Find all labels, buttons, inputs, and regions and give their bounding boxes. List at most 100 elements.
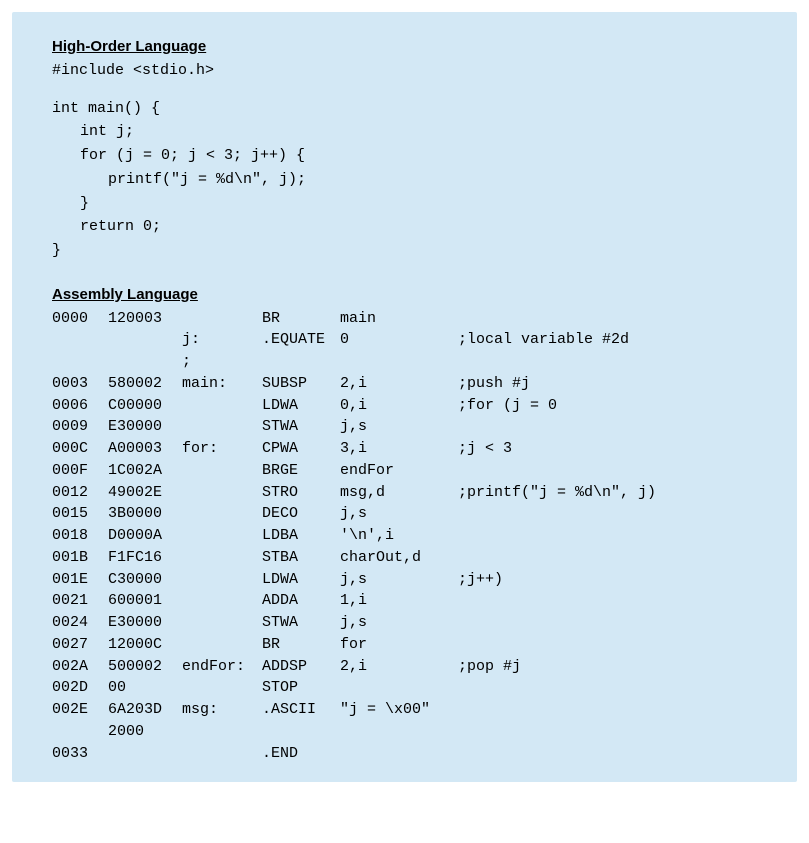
asm-comment (458, 743, 767, 765)
asm-label: msg: (182, 699, 262, 721)
asm-comment (458, 590, 767, 612)
asm-row: 002E 6A203D msg: .ASCII "j = \x00" (52, 699, 767, 721)
asm-hex: 600001 (108, 590, 182, 612)
asm-mnemonic: STOP (262, 677, 340, 699)
asm-label (182, 569, 262, 591)
asm-operand (340, 677, 458, 699)
asm-mnemonic: .EQUATE (262, 329, 340, 351)
asm-mnemonic: STRO (262, 482, 340, 504)
asm-label: ; (182, 351, 262, 373)
asm-operand: j,s (340, 503, 458, 525)
asm-operand: j,s (340, 612, 458, 634)
asm-addr (52, 351, 108, 373)
asm-row: 0015 3B0000 DECO j,s (52, 503, 767, 525)
asm-operand: charOut,d (340, 547, 458, 569)
asm-mnemonic: STBA (262, 547, 340, 569)
asm-addr: 0009 (52, 416, 108, 438)
c-line: printf("j = %d\n", j); (52, 169, 767, 191)
asm-comment: ;push #j (458, 373, 767, 395)
asm-hex: F1FC16 (108, 547, 182, 569)
asm-hex: 12000C (108, 634, 182, 656)
asm-mnemonic: STWA (262, 416, 340, 438)
asm-row: 001E C30000 LDWA j,s ;j++) (52, 569, 767, 591)
asm-operand: msg,d (340, 482, 458, 504)
asm-label: for: (182, 438, 262, 460)
asm-hex (108, 743, 182, 765)
c-line: } (52, 193, 767, 215)
asm-addr: 0006 (52, 395, 108, 417)
c-line: return 0; (52, 216, 767, 238)
asm-label: j: (182, 329, 262, 351)
asm-operand (340, 743, 458, 765)
asm-label (182, 395, 262, 417)
asm-label (182, 503, 262, 525)
asm-row: 002A 500002 endFor: ADDSP 2,i ;pop #j (52, 656, 767, 678)
asm-addr (52, 721, 108, 743)
asm-comment (458, 351, 767, 373)
asm-mnemonic: DECO (262, 503, 340, 525)
asm-addr: 002E (52, 699, 108, 721)
asm-comment (458, 416, 767, 438)
asm-hex: 1C002A (108, 460, 182, 482)
asm-comment (458, 308, 767, 330)
asm-comment (458, 547, 767, 569)
asm-row: 0021 600001 ADDA 1,i (52, 590, 767, 612)
asm-label (182, 634, 262, 656)
asm-mnemonic: BRGE (262, 460, 340, 482)
asm-label (182, 460, 262, 482)
asm-operand: endFor (340, 460, 458, 482)
asm-row: 0033 .END (52, 743, 767, 765)
asm-addr: 002D (52, 677, 108, 699)
asm-mnemonic: .END (262, 743, 340, 765)
asm-operand: '\n',i (340, 525, 458, 547)
asm-mnemonic: SUBSP (262, 373, 340, 395)
asm-comment (458, 634, 767, 656)
asm-addr: 0012 (52, 482, 108, 504)
asm-label (182, 677, 262, 699)
asm-row: 0027 12000C BR for (52, 634, 767, 656)
asm-addr (52, 329, 108, 351)
asm-mnemonic: LDBA (262, 525, 340, 547)
heading-high-order: High-Order Language (52, 36, 767, 58)
asm-comment (458, 699, 767, 721)
asm-label (182, 743, 262, 765)
asm-label (182, 525, 262, 547)
asm-comment (458, 721, 767, 743)
asm-row: 002D 00 STOP (52, 677, 767, 699)
asm-comment: ;local variable #2d (458, 329, 767, 351)
asm-comment: ;for (j = 0 (458, 395, 767, 417)
asm-mnemonic: LDWA (262, 569, 340, 591)
asm-comment: ;printf("j = %d\n", j) (458, 482, 767, 504)
asm-hex: 500002 (108, 656, 182, 678)
blank-line (52, 264, 767, 278)
asm-label (182, 721, 262, 743)
asm-mnemonic: BR (262, 308, 340, 330)
asm-operand (340, 721, 458, 743)
asm-row: 0018 D0000A LDBA '\n',i (52, 525, 767, 547)
asm-comment (458, 503, 767, 525)
asm-mnemonic: ADDA (262, 590, 340, 612)
asm-row: 0012 49002E STRO msg,d ;printf("j = %d\n… (52, 482, 767, 504)
asm-hex: 49002E (108, 482, 182, 504)
asm-hex: A00003 (108, 438, 182, 460)
asm-addr: 0021 (52, 590, 108, 612)
asm-addr: 000F (52, 460, 108, 482)
asm-label (182, 612, 262, 634)
asm-row: 0009 E30000 STWA j,s (52, 416, 767, 438)
asm-operand: main (340, 308, 458, 330)
asm-label (182, 590, 262, 612)
asm-mnemonic: LDWA (262, 395, 340, 417)
asm-row: 2000 (52, 721, 767, 743)
asm-row: 0003 580002 main: SUBSP 2,i ;push #j (52, 373, 767, 395)
asm-hex: 580002 (108, 373, 182, 395)
asm-mnemonic: STWA (262, 612, 340, 634)
asm-operand: 2,i (340, 656, 458, 678)
asm-hex: 120003 (108, 308, 182, 330)
heading-assembly: Assembly Language (52, 284, 767, 306)
asm-mnemonic: BR (262, 634, 340, 656)
assembly-listing: 0000 120003 BR main j: .EQUATE 0 ;local … (52, 308, 767, 765)
asm-addr: 002A (52, 656, 108, 678)
asm-operand: for (340, 634, 458, 656)
asm-comment (458, 677, 767, 699)
asm-operand: 2,i (340, 373, 458, 395)
